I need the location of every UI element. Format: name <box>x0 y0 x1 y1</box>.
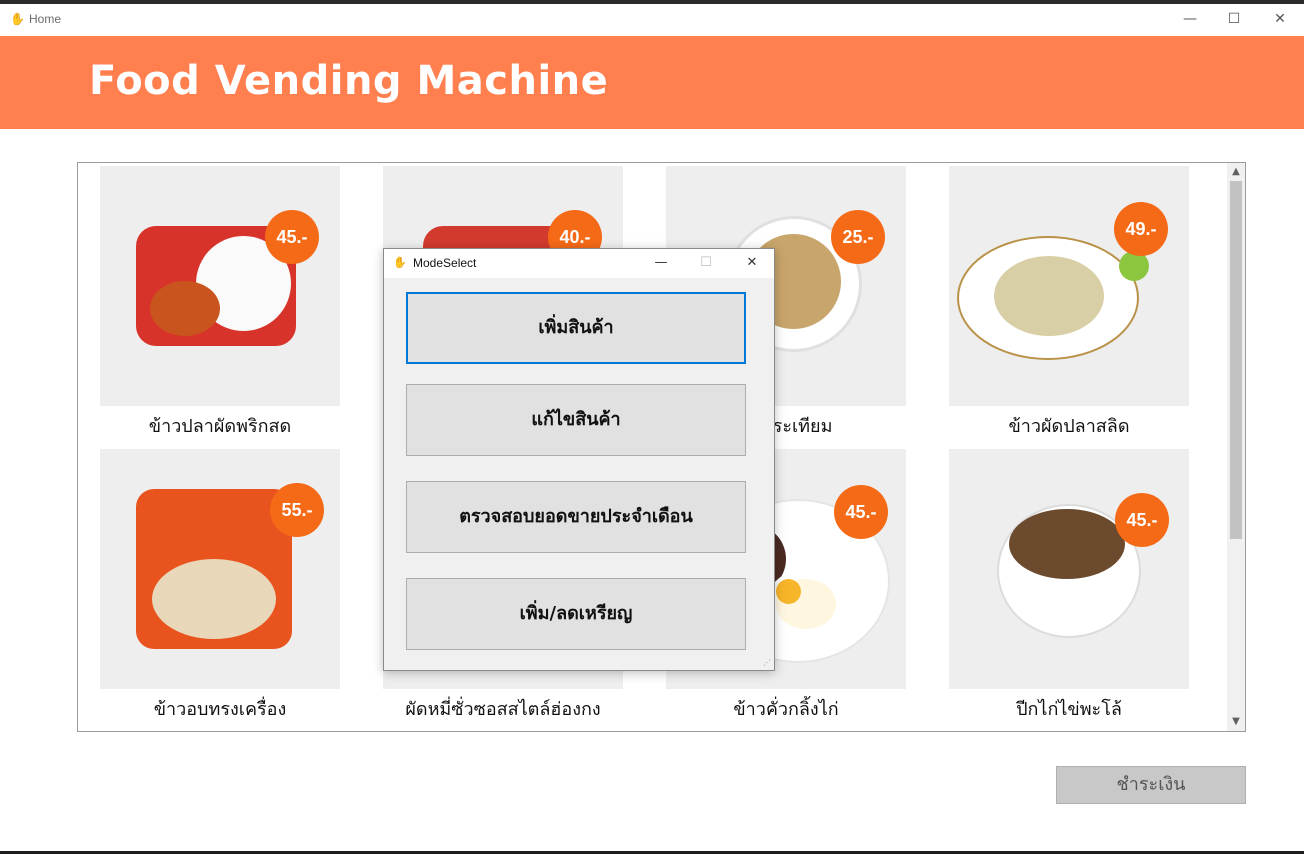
close-button[interactable]: ✕ <box>1257 4 1303 36</box>
scroll-up-icon[interactable]: ▲ <box>1227 164 1245 180</box>
product-name: ข้าวคั่วกลิ้งไก่ <box>733 699 839 720</box>
maximize-button[interactable]: ☐ <box>1211 4 1257 36</box>
product-image: 45.- <box>100 166 340 406</box>
price-badge: 45.- <box>834 485 888 539</box>
scroll-thumb[interactable] <box>1230 181 1242 539</box>
edit-product-button[interactable]: แก้ไขสินค้า <box>406 384 746 456</box>
monthly-sales-button[interactable]: ตรวจสอบยอดขายประจำเดือน <box>406 481 746 553</box>
minimize-button[interactable]: — <box>1167 4 1213 36</box>
product-card[interactable]: 45.- ปีกไก่ไข่พะโล้ <box>949 449 1189 723</box>
app-icon: ✋ <box>10 12 25 26</box>
brand-title: Food Vending Machine <box>89 58 609 104</box>
product-image: 45.- <box>949 449 1189 689</box>
title-bar: ✋ Home — ☐ ✕ <box>0 0 1304 36</box>
price-badge: 25.- <box>831 210 885 264</box>
vertical-scrollbar[interactable]: ▲ ▼ <box>1227 163 1245 731</box>
product-name: ข้าวผัดปลาสลิด <box>1008 416 1130 437</box>
price-badge: 49.- <box>1114 202 1168 256</box>
window-title: Home <box>29 12 62 26</box>
product-name: ข้าวอบทรงเครื่อง <box>153 699 287 720</box>
dialog-minimize-button[interactable]: — <box>638 249 684 278</box>
product-card[interactable]: 55.- ข้าวอบทรงเครื่อง <box>100 449 340 723</box>
dialog-app-icon: ✋ <box>393 256 407 269</box>
product-name: ผัดหมี่ซั่วซอสสไตล์ฮ่องกง <box>405 699 601 720</box>
add-product-button[interactable]: เพิ่มสินค้า <box>406 292 746 364</box>
product-card[interactable]: 49.- ข้าวผัดปลาสลิด <box>949 166 1189 440</box>
dialog-maximize-button: ☐ <box>700 255 712 270</box>
price-badge: 45.- <box>265 210 319 264</box>
product-name: ปีกไก่ไข่พะโล้ <box>1016 699 1122 720</box>
product-image: 49.- <box>949 166 1189 406</box>
product-image: 55.- <box>100 449 340 689</box>
header-banner: Food Vending Machine <box>0 36 1304 129</box>
mode-select-dialog: ✋ ModeSelect — ☐ ✕ เพิ่มสินค้า แก้ไขสินค… <box>383 248 775 671</box>
pay-button[interactable]: ชำระเงิน <box>1056 766 1246 804</box>
scroll-down-icon[interactable]: ▼ <box>1227 714 1245 730</box>
dialog-title-bar: ✋ ModeSelect — ☐ ✕ <box>384 249 774 278</box>
price-badge: 55.- <box>270 483 324 537</box>
dialog-close-button[interactable]: ✕ <box>729 249 775 278</box>
product-name: ข้าวปลาผัดพริกสด <box>148 416 292 437</box>
coin-adjust-button[interactable]: เพิ่ม/ลดเหรียญ <box>406 578 746 650</box>
product-card[interactable]: 45.- ข้าวปลาผัดพริกสด <box>100 166 340 440</box>
price-badge: 45.- <box>1115 493 1169 547</box>
dialog-title: ModeSelect <box>413 256 477 270</box>
resize-grip-icon[interactable]: ⋰ <box>763 659 771 667</box>
